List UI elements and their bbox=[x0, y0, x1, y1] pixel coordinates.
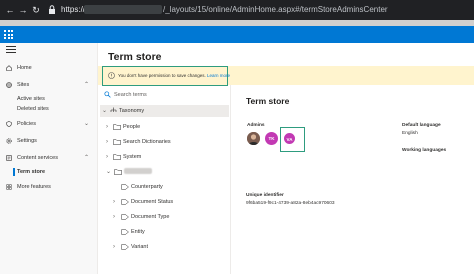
working-languages-label: Working languages bbox=[402, 148, 447, 153]
chevron-right-icon[interactable]: › bbox=[113, 196, 115, 208]
unique-identifier-label: Unique identifier bbox=[246, 193, 284, 198]
nav-item-content-services[interactable]: Content services ⌃ bbox=[0, 151, 98, 165]
page-title: Term store bbox=[108, 51, 162, 63]
chevron-right-icon[interactable]: › bbox=[113, 241, 115, 253]
avatar-tk[interactable]: TK bbox=[265, 132, 278, 145]
nav-item-home[interactable]: Home bbox=[0, 61, 98, 75]
chevron-down-icon[interactable]: ⌄ bbox=[84, 117, 89, 131]
admins-label: Admins bbox=[247, 123, 265, 128]
warning-icon bbox=[108, 72, 115, 79]
default-language-label: Default language bbox=[402, 123, 441, 128]
hamburger-menu-icon[interactable] bbox=[6, 46, 16, 56]
tree-item-document-status[interactable]: › Document Status bbox=[100, 196, 229, 208]
highlight-box bbox=[280, 127, 305, 152]
tree-item-label: Counterparty bbox=[131, 184, 163, 190]
term-set-icon bbox=[121, 199, 129, 205]
redacted-host bbox=[84, 5, 162, 14]
nav-item-active-sites[interactable]: Active sites bbox=[17, 94, 45, 104]
tree-item-label: Document Type bbox=[131, 214, 170, 220]
nav-item-more-features[interactable]: More features bbox=[0, 180, 98, 194]
tree-item-document-type[interactable]: › Document Type bbox=[100, 211, 229, 223]
more-features-icon bbox=[6, 184, 12, 190]
tree-item-label: Variant bbox=[131, 244, 149, 250]
url-scheme[interactable]: https:// bbox=[61, 4, 85, 16]
chevron-down-icon[interactable]: ⌄ bbox=[102, 105, 107, 117]
tree-item-system[interactable]: › System bbox=[100, 151, 229, 163]
banner-text: You don't have permission to save change… bbox=[118, 73, 206, 78]
content-services-icon bbox=[6, 155, 12, 161]
folder-icon bbox=[113, 139, 121, 145]
chevron-up-icon[interactable]: ⌃ bbox=[84, 78, 89, 92]
nav-item-policies[interactable]: Policies ⌄ bbox=[0, 117, 98, 131]
refresh-icon[interactable]: ↻ bbox=[30, 4, 42, 16]
suite-bar bbox=[0, 26, 474, 43]
tree-item-counterparty[interactable]: Counterparty bbox=[100, 181, 229, 193]
folder-icon bbox=[113, 124, 121, 130]
chevron-right-icon[interactable]: › bbox=[106, 136, 108, 148]
tree-item-entity[interactable]: Entity bbox=[100, 226, 229, 238]
tree-item-people[interactable]: › People bbox=[100, 121, 229, 133]
search-terms-box[interactable]: Search terms bbox=[101, 90, 226, 100]
banner-message: You don't have permission to save change… bbox=[118, 72, 230, 79]
tree-item-search-dictionaries[interactable]: › Search Dictionaries bbox=[100, 136, 229, 148]
nav-item-label: Content services bbox=[17, 155, 58, 161]
panel-divider bbox=[230, 85, 231, 274]
folder-icon bbox=[113, 154, 121, 160]
term-set-icon bbox=[121, 184, 129, 190]
tree-item-label: People bbox=[123, 124, 141, 130]
term-set-icon bbox=[121, 214, 129, 220]
chevron-up-icon[interactable]: ⌃ bbox=[84, 151, 89, 165]
back-icon[interactable]: ← bbox=[4, 4, 16, 16]
term-set-icon bbox=[121, 244, 129, 250]
nav-item-sites[interactable]: Sites ⌃ bbox=[0, 78, 98, 92]
nav-item-label: Home bbox=[17, 65, 32, 71]
left-navigation: Home Sites ⌃ Active sites Deleted sites … bbox=[0, 43, 98, 274]
nav-item-label: Sites bbox=[17, 82, 30, 88]
tree-item-label: Document Status bbox=[131, 199, 174, 205]
home-icon bbox=[6, 65, 12, 71]
browser-address-bar: ← → ↻ https:// /_layouts/15/online/Admin… bbox=[0, 0, 474, 20]
chevron-right-icon[interactable]: › bbox=[106, 121, 108, 133]
nav-item-settings[interactable]: Settings bbox=[0, 134, 98, 148]
app-launcher-icon[interactable] bbox=[4, 30, 13, 39]
active-indicator bbox=[13, 168, 15, 176]
search-icon bbox=[104, 91, 111, 98]
gear-icon bbox=[6, 138, 12, 144]
nav-item-deleted-sites[interactable]: Deleted sites bbox=[17, 104, 49, 114]
search-input[interactable]: Search terms bbox=[114, 91, 147, 99]
nav-item-label: Settings bbox=[17, 138, 37, 144]
chevron-down-icon[interactable]: ⌄ bbox=[106, 166, 111, 178]
tree-item-label: Search Dictionaries bbox=[123, 139, 171, 145]
person-photo-icon bbox=[247, 132, 260, 145]
url-path[interactable]: /_layouts/15/online/AdminHome.aspx#/term… bbox=[163, 4, 388, 16]
detail-title: Term store bbox=[246, 96, 290, 106]
term-set-icon bbox=[121, 229, 129, 235]
policy-icon bbox=[6, 121, 12, 127]
redacted-label bbox=[124, 168, 152, 174]
chevron-right-icon[interactable]: › bbox=[106, 151, 108, 163]
learn-more-link[interactable]: Learn more bbox=[207, 73, 230, 78]
default-language-value: English bbox=[402, 131, 418, 136]
globe-icon bbox=[6, 82, 12, 88]
nav-item-label: More features bbox=[17, 184, 51, 190]
nav-item-term-store[interactable]: Term store bbox=[17, 167, 45, 177]
avatar[interactable] bbox=[247, 132, 260, 145]
forward-icon[interactable]: → bbox=[17, 4, 29, 16]
tree-item-redacted-group[interactable]: ⌄ bbox=[100, 166, 229, 178]
tree-item-label: System bbox=[123, 154, 142, 160]
folder-icon bbox=[114, 169, 122, 175]
tree-item-label: Entity bbox=[131, 229, 145, 235]
tree-item-variant[interactable]: › Variant bbox=[100, 241, 229, 253]
lock-icon bbox=[49, 5, 55, 14]
taxonomy-icon bbox=[110, 107, 117, 112]
nav-item-label: Policies bbox=[17, 121, 36, 127]
unique-identifier-value: 9f6ba519-f9c1-4739-a82a-8eb4ac970603 bbox=[246, 201, 335, 206]
tree-item-taxonomy[interactable]: ⌄ Taxonomy bbox=[100, 105, 229, 117]
tree-item-label: Taxonomy bbox=[119, 108, 145, 114]
chevron-right-icon[interactable]: › bbox=[113, 211, 115, 223]
